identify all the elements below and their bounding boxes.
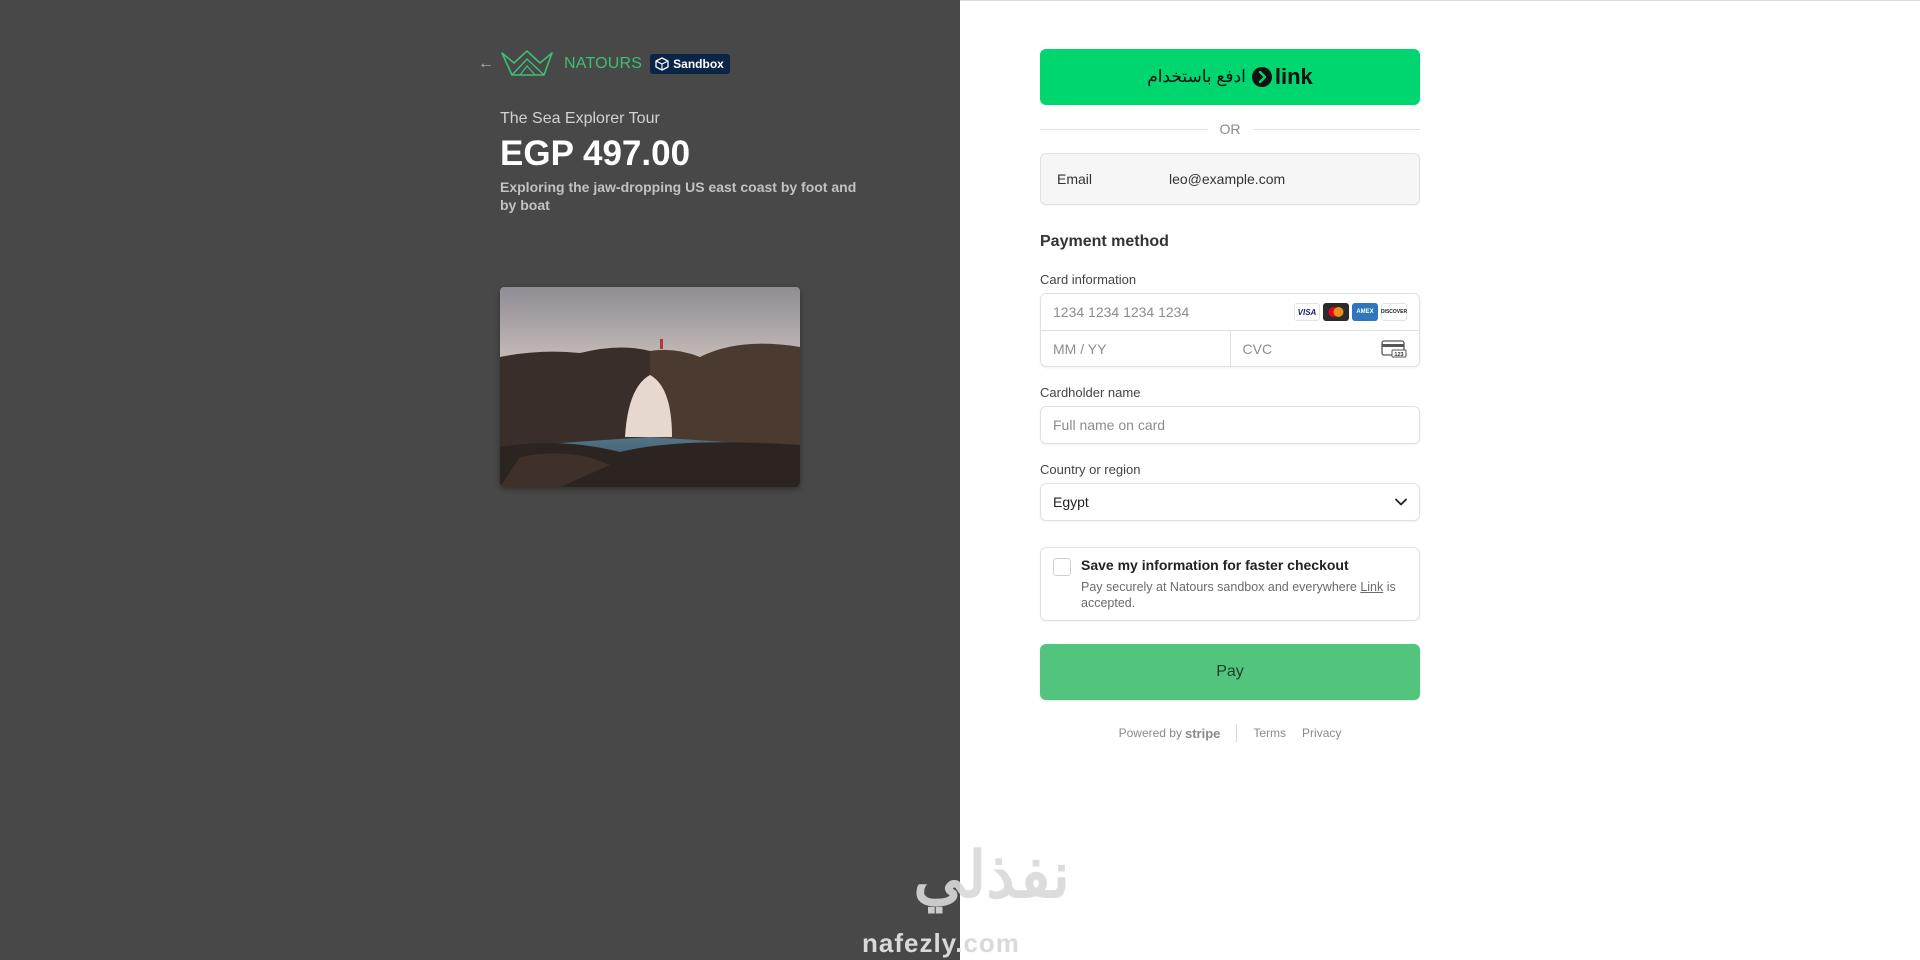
cvc-input[interactable]: CVC 123 — [1229, 331, 1420, 366]
email-value[interactable]: leo@example.com — [1169, 171, 1285, 187]
country-value: Egypt — [1053, 494, 1089, 510]
sandbox-badge: Sandbox — [650, 54, 730, 74]
divider-line — [1252, 128, 1420, 130]
link-arrow-icon — [1251, 67, 1272, 87]
card-information-label: Card information — [1040, 272, 1137, 287]
email-label: Email — [1057, 171, 1093, 187]
expiry-placeholder: MM / YY — [1053, 340, 1107, 357]
privacy-link[interactable]: Privacy — [1302, 726, 1341, 740]
brand-name: NATOURS — [564, 55, 643, 72]
expiry-input[interactable]: MM / YY — [1041, 331, 1230, 366]
pay-button[interactable]: Pay — [1040, 644, 1420, 700]
pay-with-link-button[interactable]: ادفع باستخدام link — [1040, 49, 1420, 105]
save-info-sub-before: Pay securely at Natours sandbox and ever… — [1081, 580, 1361, 594]
cvc-card-icon: 123 — [1381, 339, 1407, 358]
cardholder-name-label: Cardholder name — [1040, 385, 1141, 400]
checkout-form: ادفع باستخدام link OR Email leo@example.… — [1040, 49, 1420, 742]
cardholder-name-input[interactable]: Full name on card — [1040, 406, 1420, 444]
or-label: OR — [1219, 121, 1241, 137]
watermark: نفذلي nafezly.com — [850, 840, 1070, 960]
mastercard-icon — [1323, 303, 1349, 321]
sandbox-label: Sandbox — [673, 57, 724, 71]
link-logo: link — [1251, 64, 1313, 90]
amex-icon: AMEX — [1352, 303, 1378, 321]
save-info-option: Save my information for faster checkout … — [1040, 547, 1420, 621]
order-summary-panel: ← NATOURS Sandbox The Sea Explorer Tour … — [0, 0, 960, 960]
visa-icon: VISA — [1294, 303, 1320, 321]
country-select[interactable]: Egypt — [1040, 483, 1420, 521]
terms-link[interactable]: Terms — [1253, 726, 1286, 740]
save-info-text: Save my information for faster checkout … — [1081, 557, 1407, 611]
card-number-placeholder: 1234 1234 1234 1234 — [1053, 304, 1190, 320]
back-arrow-icon[interactable]: ← — [478, 55, 500, 73]
stripe-logo[interactable]: stripe — [1185, 726, 1220, 741]
watermark-latin: nafezly.com — [862, 928, 1020, 958]
tour-image — [500, 287, 800, 487]
discover-icon: DISCOVER — [1381, 303, 1407, 321]
cvc-placeholder: CVC — [1242, 340, 1273, 357]
card-brand-icons: VISA AMEX DISCOVER — [1294, 303, 1407, 321]
payment-method-title: Payment method — [1040, 233, 1169, 250]
product-description: Exploring the jaw-dropping US east coast… — [500, 179, 857, 213]
chevron-down-icon — [1395, 498, 1407, 506]
product-price: EGP 497.00 — [500, 134, 691, 173]
card-number-input[interactable]: 1234 1234 1234 1234 VISA AMEX DISCOVER — [1041, 294, 1419, 330]
card-expiry-cvc-row: MM / YY CVC 123 — [1041, 330, 1419, 366]
save-info-title: Save my information for faster checkout — [1081, 557, 1349, 573]
cube-icon — [655, 57, 669, 71]
country-label: Country or region — [1040, 462, 1141, 477]
link-info-link[interactable]: Link — [1360, 580, 1383, 594]
merchant-header: ← NATOURS Sandbox — [478, 48, 730, 80]
email-field[interactable]: Email leo@example.com — [1040, 153, 1420, 205]
save-info-checkbox[interactable] — [1053, 558, 1071, 576]
link-button-label: ادفع باستخدام — [1147, 67, 1246, 86]
natours-logo-icon — [500, 49, 554, 79]
link-wordmark: link — [1274, 64, 1313, 89]
or-divider: OR — [1040, 121, 1420, 137]
powered-by-text: Powered by — [1118, 726, 1182, 740]
svg-text:123: 123 — [1394, 352, 1403, 358]
product-name: The Sea Explorer Tour — [500, 110, 660, 127]
footer-separator — [1236, 724, 1238, 742]
watermark-arabic: نفذلي — [913, 839, 1070, 911]
save-info-description: Pay securely at Natours sandbox and ever… — [1081, 579, 1407, 611]
footer: Powered by stripe Terms Privacy — [1040, 724, 1420, 742]
checkout-panel: ادفع باستخدام link OR Email leo@example.… — [960, 0, 1920, 960]
divider-line — [1040, 128, 1208, 130]
cardholder-name-placeholder: Full name on card — [1053, 417, 1166, 433]
card-information-group: 1234 1234 1234 1234 VISA AMEX DISCOVER M… — [1040, 293, 1420, 367]
